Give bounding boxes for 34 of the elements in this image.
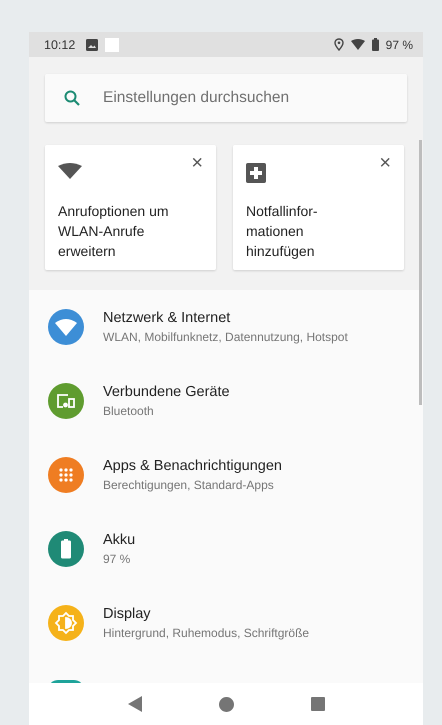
settings-item[interactable]: Akku 97 % [29,512,417,586]
settings-item[interactable]: Verbundene Geräte Bluetooth [29,364,417,438]
location-icon [334,38,344,51]
suggestion-text: Notfallinfor-mationen hinzufügen [246,202,319,261]
suggestion-card[interactable]: × Anrufoptionen um WLAN-Anrufe erweitern [45,145,216,270]
notification-icon [105,38,120,52]
settings-item[interactable]: Apps & Benachrichtigungen Berechtigungen, Standard-Apps [29,438,417,512]
item-title: Verbundene Geräte [103,384,230,400]
item-title: Netzwerk & Internet [103,310,232,326]
back-button[interactable] [128,696,142,712]
medical-cross-icon [246,163,266,183]
battery-percentage: 97 % [386,38,413,52]
suggestion-card[interactable]: × Notfallinfor-mationen hinzufügen [233,145,404,270]
close-button[interactable]: × [191,155,203,171]
battery-icon [372,38,379,51]
item-title: Akku [103,532,136,548]
status-time: 10:12 [44,38,76,52]
settings-item[interactable]: Display Hintergrund, Ruhemodus, Schriftgröße [29,586,417,660]
item-subtitle: WLAN, Mobilfunknetz, Datennutzung, Hotspot [103,330,348,344]
wifi-icon [58,163,82,179]
item-subtitle: 97 % [103,552,132,566]
close-button[interactable]: × [379,155,391,171]
item-subtitle: Bluetooth [103,404,155,418]
item-title: Apps & Benachrichtigungen [103,458,282,474]
item-title: Display [103,606,152,622]
search-field[interactable]: Einstellungen durchsuchen [45,74,407,122]
home-button[interactable] [218,696,234,712]
image-icon [86,38,98,50]
wifi-icon [350,39,365,50]
item-subtitle: Hintergrund, Ruhemodus, Schriftgröße [103,626,310,640]
item-subtitle: Berechtigungen, Standard-Apps [103,478,275,492]
suggestion-text: Anrufoptionen um WLAN-Anrufe erweitern [58,202,170,261]
settings-item[interactable]: Netzwerk & Internet WLAN, Mobilfunknetz, Datennutzung, Hotspot [29,290,417,364]
recents-button[interactable] [310,697,324,711]
